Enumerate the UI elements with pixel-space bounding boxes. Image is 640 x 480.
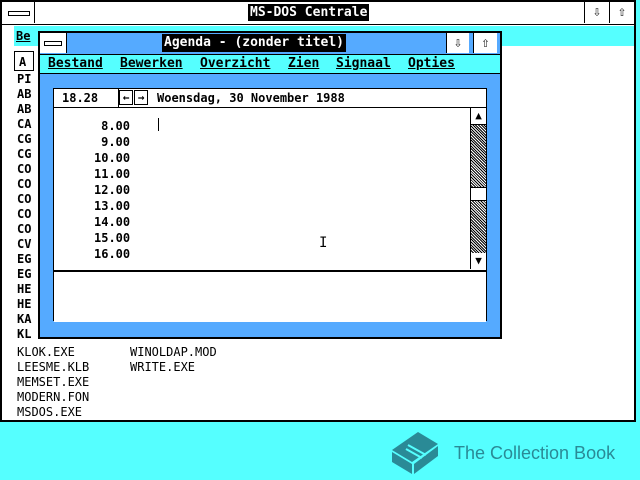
text-caret (158, 118, 159, 131)
file-list-item[interactable]: AB (17, 87, 31, 102)
current-time: 18.28 (62, 91, 99, 105)
agenda-maximize-button[interactable]: ⇧ (473, 33, 497, 53)
time-slot[interactable]: 12.00 (94, 183, 130, 197)
minimize-arrow-icon: ⇩ (592, 4, 602, 20)
file-list-item[interactable]: MODERN.FON (17, 390, 130, 405)
file-row: KLOK.EXE WINOLDAP.MOD (17, 345, 217, 360)
file-list-item[interactable]: LEESME.KLB (17, 360, 130, 375)
time-slot[interactable]: 16.00 (94, 247, 130, 261)
watermark-text: The Collection Book (454, 443, 616, 463)
agenda-window[interactable]: Agenda - (zonder titel) ⇩ ⇧ Bestand Bewe… (38, 31, 502, 339)
maximize-arrow-icon: ⇧ (481, 35, 490, 51)
file-list-item[interactable]: KA (17, 312, 31, 327)
time-slot[interactable]: 14.00 (94, 215, 130, 229)
previous-day-button[interactable]: ← (119, 90, 133, 105)
agenda-client-area[interactable]: 18.28 ← → Woensdag, 30 November 1988 I 8… (53, 88, 487, 322)
agenda-date-bar: 18.28 ← → Woensdag, 30 November 1988 (54, 89, 486, 108)
file-list-item[interactable]: MSDOS.EXE (17, 405, 130, 420)
vertical-scrollbar[interactable]: ▲ ▼ (470, 108, 486, 269)
menu-opties[interactable]: Opties (408, 56, 455, 71)
up-arrow-icon: ▲ (475, 109, 482, 122)
file-list-item[interactable]: CV (17, 237, 31, 252)
scroll-up-button[interactable]: ▲ (471, 108, 486, 123)
next-day-button[interactable]: → (134, 90, 148, 105)
down-arrow-icon: ▼ (475, 254, 482, 267)
menu-overzicht[interactable]: Overzicht (200, 56, 270, 71)
menu-signaal[interactable]: Signaal (336, 56, 391, 71)
msdos-file-list: KLOK.EXE WINOLDAP.MOD LEESME.KLB WRITE.EXE M… (17, 345, 217, 420)
file-row: LEESME.KLB WRITE.EXE (17, 360, 217, 375)
agenda-window-title: Agenda - (zonder titel) (162, 34, 347, 52)
system-menu-icon (8, 11, 30, 16)
file-list-item[interactable]: CO (17, 162, 31, 177)
msdos-maximize-button[interactable]: ⇧ (609, 2, 634, 23)
time-slot[interactable]: 9.00 (94, 135, 130, 149)
file-list-item[interactable]: CG (17, 147, 31, 162)
time-slot[interactable]: 15.00 (94, 231, 130, 245)
menu-bewerken[interactable]: Bewerken (120, 56, 183, 71)
time-slot[interactable]: 8.00 (94, 119, 130, 133)
appointment-slots[interactable]: I 8.00 9.00 10.00 11.00 12.00 13.00 14.00 15.00… (54, 111, 470, 261)
file-list-item[interactable]: CA (17, 117, 31, 132)
file-list-item[interactable]: HE (17, 297, 31, 312)
file-list-item[interactable]: KL (17, 327, 31, 342)
file-list-item[interactable]: WINOLDAP.MOD (130, 345, 217, 359)
date-label: Woensdag, 30 November 1988 (157, 91, 345, 105)
file-list-item[interactable]: CO (17, 222, 31, 237)
right-arrow-icon: → (137, 91, 145, 104)
file-list-item[interactable]: CG (17, 132, 31, 147)
book-icon (392, 432, 438, 474)
file-list-item[interactable]: KLOK.EXE (17, 345, 130, 360)
maximize-arrow-icon: ⇧ (617, 4, 627, 20)
time-slot[interactable]: 13.00 (94, 199, 130, 213)
scroll-down-button[interactable]: ▼ (471, 253, 486, 268)
system-menu-icon (44, 41, 62, 46)
file-list-item[interactable]: CO (17, 192, 31, 207)
file-row: MODERN.FON (17, 390, 217, 405)
notes-area[interactable] (54, 270, 486, 322)
msdos-file-list-partial: PI AB AB CA CG CG CO CO CO CO CO CV EG EG HE HE KA KL (17, 72, 31, 342)
left-arrow-icon: ← (122, 91, 130, 104)
msdos-window-title: MS-DOS Centrale (248, 4, 370, 21)
file-list-item[interactable]: AB (17, 102, 31, 117)
msdos-menu-bestand[interactable]: Be (14, 26, 32, 46)
agenda-menubar: Bestand Bewerken Overzicht Zien Signaal … (40, 55, 500, 74)
file-row: MSDOS.EXE (17, 405, 217, 420)
agenda-minimize-button[interactable]: ⇩ (446, 33, 469, 53)
minimize-arrow-icon: ⇩ (453, 35, 463, 51)
file-list-item[interactable]: EG (17, 252, 31, 267)
menu-bestand[interactable]: Bestand (48, 56, 103, 71)
file-list-item[interactable]: WRITE.EXE (130, 360, 195, 374)
agenda-system-menu-button[interactable] (40, 33, 67, 53)
menu-zien[interactable]: Zien (288, 56, 319, 71)
scroll-thumb[interactable] (471, 187, 486, 201)
ibeam-cursor-icon: I (319, 235, 328, 251)
file-list-item[interactable]: MEMSET.EXE (17, 375, 130, 390)
msdos-minimize-button[interactable]: ⇩ (584, 2, 609, 23)
file-list-item[interactable]: CO (17, 177, 31, 192)
file-list-item[interactable]: PI (17, 72, 31, 87)
watermark: The Collection Book (388, 428, 638, 476)
time-slot[interactable]: 11.00 (94, 167, 130, 181)
msdos-drive-box[interactable]: A (14, 51, 34, 71)
file-list-item[interactable]: HE (17, 282, 31, 297)
agenda-titlebar[interactable]: Agenda - (zonder titel) ⇩ ⇧ (40, 33, 500, 55)
file-list-item[interactable]: EG (17, 267, 31, 282)
time-slot[interactable]: 10.00 (94, 151, 130, 165)
msdos-system-menu-button[interactable] (2, 2, 35, 23)
file-row: MEMSET.EXE (17, 375, 217, 390)
file-list-item[interactable]: CO (17, 207, 31, 222)
msdos-titlebar[interactable]: MS-DOS Centrale ⇩ ⇧ (2, 2, 634, 25)
